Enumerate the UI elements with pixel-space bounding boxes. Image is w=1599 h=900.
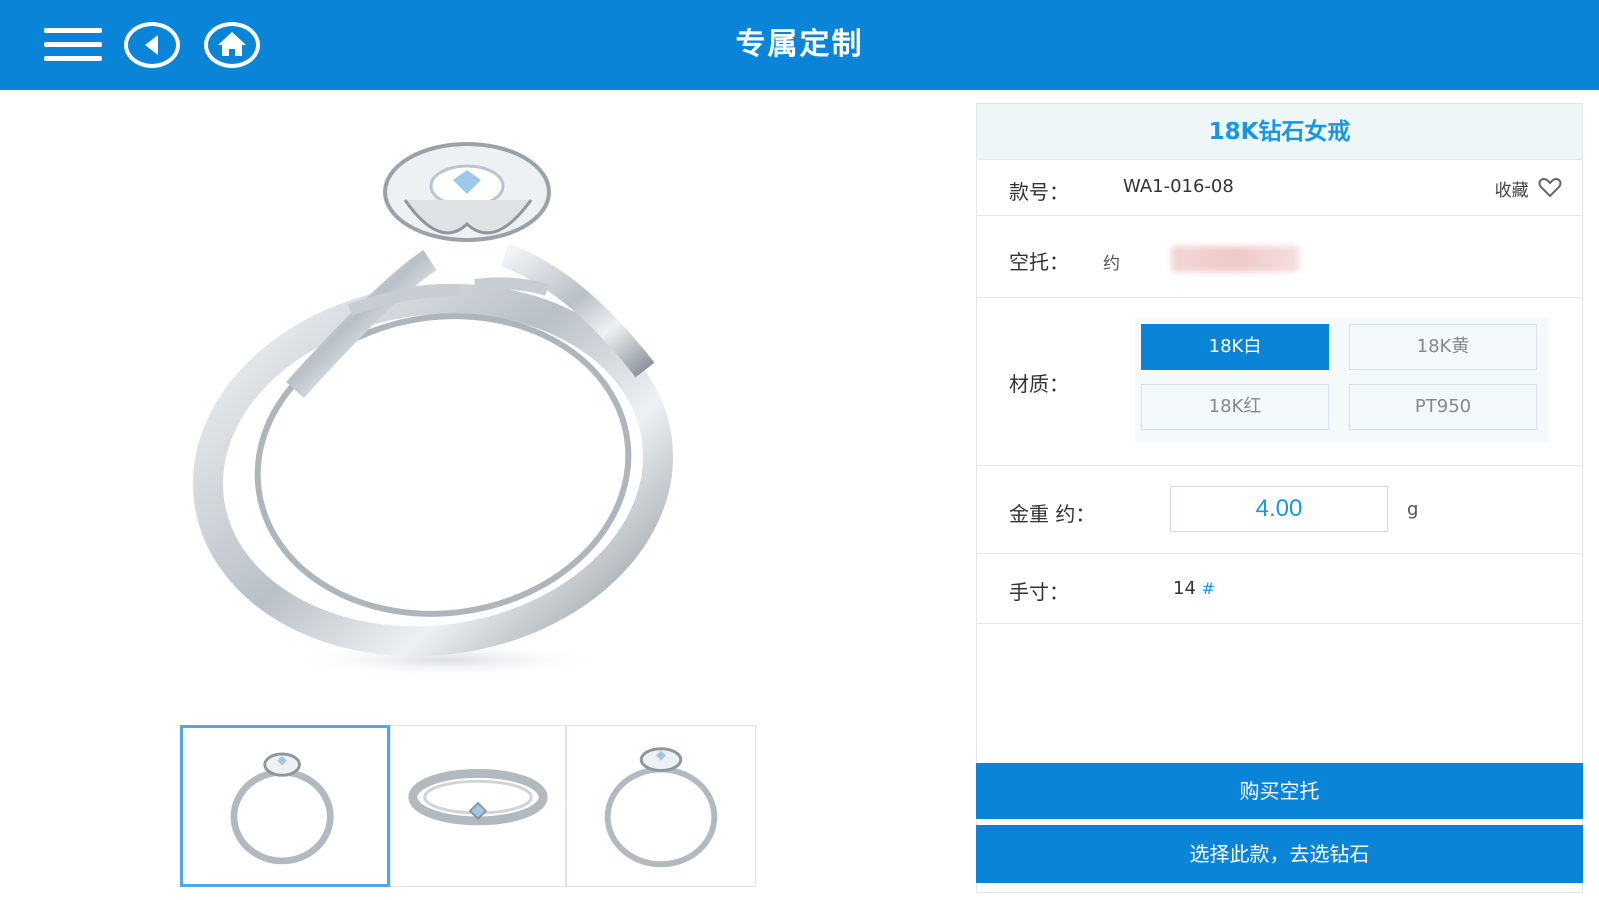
style-label: 款号：	[1009, 180, 1069, 204]
product-name: 18K钻石女戒	[977, 104, 1582, 160]
setting-unit: 约	[1103, 254, 1120, 274]
weight-label: 金重 约：	[1009, 502, 1096, 526]
material-option-18k-yellow[interactable]: 18K黄	[1349, 324, 1537, 370]
size-unit: #	[1201, 579, 1216, 598]
setting-label: 空托：	[1009, 250, 1069, 274]
weight-input[interactable]	[1170, 486, 1388, 532]
ring-main-image	[175, 140, 755, 700]
size-value-group[interactable]: 14 #	[1173, 578, 1215, 599]
top-bar: 专属定制	[0, 0, 1599, 90]
style-value: WA1-016-08	[1123, 176, 1234, 197]
weight-unit: g	[1407, 499, 1419, 520]
ring-size-row: 手寸： 14 #	[977, 554, 1582, 624]
material-option-pt950[interactable]: PT950	[1349, 384, 1537, 430]
size-value: 14	[1173, 578, 1196, 599]
setting-price-blurred	[1171, 246, 1299, 272]
thumbnail-ring-top[interactable]	[390, 725, 566, 887]
buy-setting-button[interactable]: 购买空托	[976, 763, 1583, 819]
setting-row: 空托： 约	[977, 216, 1582, 298]
favorite-button[interactable]: 收藏	[1495, 176, 1562, 201]
material-label: 材质：	[1009, 372, 1069, 396]
product-detail-panel: 18K钻石女戒 款号： WA1-016-08 收藏 空托： 约 材质： 18K白…	[976, 103, 1583, 893]
page-title: 专属定制	[735, 27, 864, 62]
heart-icon	[1538, 178, 1562, 198]
thumbnail-strip	[180, 725, 770, 890]
material-option-18k-white[interactable]: 18K白	[1141, 324, 1329, 370]
material-row: 材质： 18K白 18K黄 18K红 PT950	[977, 298, 1582, 466]
gold-weight-row: 金重 约： g	[977, 466, 1582, 554]
favorite-label: 收藏	[1494, 181, 1529, 201]
thumbnail-ring-front[interactable]	[180, 725, 390, 887]
material-option-18k-red[interactable]: 18K红	[1141, 384, 1329, 430]
choose-diamond-button[interactable]: 选择此款，去选钻石	[976, 825, 1583, 883]
material-options: 18K白 18K黄 18K红 PT950	[1135, 318, 1549, 442]
size-label: 手寸：	[1009, 580, 1069, 604]
thumbnail-ring-side[interactable]	[566, 725, 756, 887]
style-number-row: 款号： WA1-016-08 收藏	[977, 160, 1582, 216]
